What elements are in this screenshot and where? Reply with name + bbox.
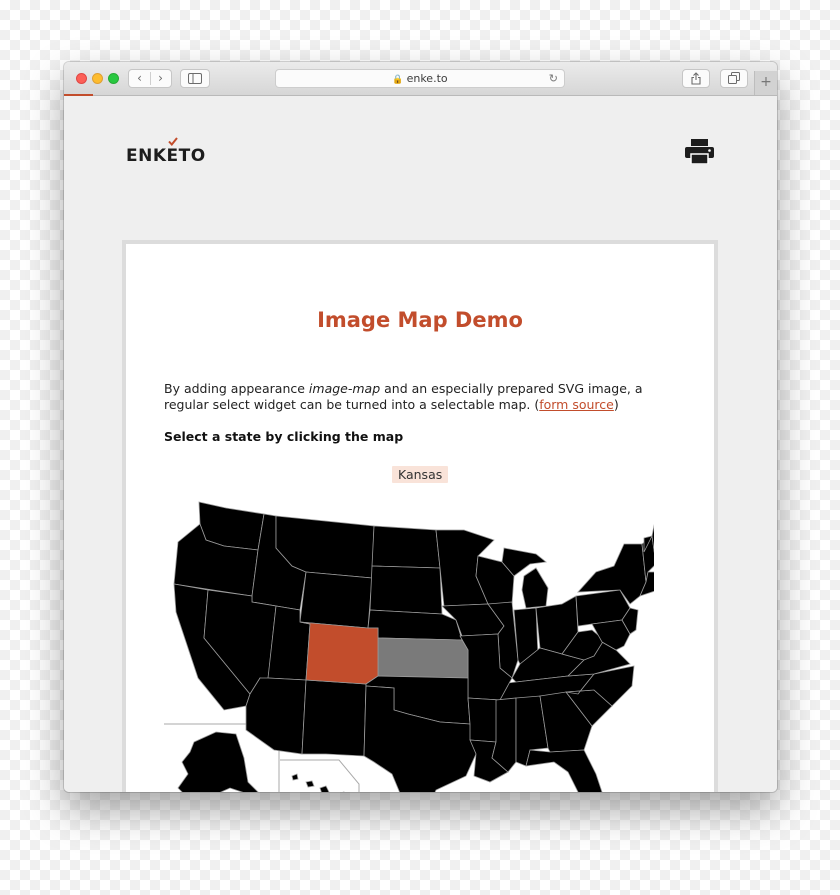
share-button[interactable] — [682, 69, 710, 88]
address-bar[interactable]: 🔒 enke.to ↻ — [275, 69, 565, 88]
state-north-dakota[interactable] — [371, 525, 441, 569]
state-colorado[interactable] — [299, 621, 379, 685]
state-wyoming[interactable] — [299, 571, 373, 629]
intro-emphasis: image-map — [308, 381, 381, 396]
print-icon[interactable] — [685, 139, 714, 164]
intro-text-end: ) — [613, 397, 619, 412]
state-arizona[interactable] — [245, 677, 307, 755]
state-florida[interactable] — [525, 749, 604, 792]
close-window-button[interactable] — [76, 73, 87, 84]
browser-titlebar: ‹ › 🔒 enke.to ↻ + — [64, 62, 777, 96]
forward-button[interactable]: › — [150, 70, 171, 87]
state-new-mexico[interactable] — [301, 679, 367, 757]
us-state-map[interactable] — [164, 492, 654, 792]
state-alaska[interactable] — [176, 731, 274, 792]
zoom-window-button[interactable] — [108, 73, 119, 84]
lock-icon: 🔒 — [392, 75, 404, 85]
sidebar-icon — [188, 73, 202, 84]
form-container: Image Map Demo By adding appearance imag… — [122, 240, 718, 792]
tabs-icon — [728, 72, 740, 84]
form-title: Image Map Demo — [317, 308, 523, 332]
new-tab-button[interactable]: + — [754, 71, 777, 95]
nav-divider — [150, 72, 151, 85]
logo-check-icon — [168, 137, 178, 146]
url-text: enke.to — [406, 72, 448, 85]
reload-icon[interactable]: ↻ — [549, 70, 558, 87]
sidebar-toggle-button[interactable] — [180, 69, 210, 88]
minimize-window-button[interactable] — [92, 73, 103, 84]
nav-button-group: ‹ › — [128, 69, 172, 88]
share-icon — [691, 72, 701, 85]
intro-text-start: By adding appearance — [164, 381, 309, 396]
form-source-link[interactable]: form source — [539, 397, 614, 412]
state-arkansas[interactable] — [467, 697, 501, 743]
enketo-logo: ENKETO — [126, 146, 206, 166]
state-mississippi[interactable] — [491, 697, 517, 773]
browser-window: ‹ › 🔒 enke.to ↻ + ENKETO Image Map Demo … — [64, 62, 777, 792]
back-button[interactable]: ‹ — [129, 70, 150, 87]
state-hawaii[interactable] — [291, 773, 350, 792]
page-viewport: ENKETO Image Map Demo By adding appearan… — [64, 96, 777, 792]
state-kansas[interactable] — [377, 637, 469, 679]
state-south-dakota[interactable] — [369, 565, 443, 615]
form-intro: By adding appearance image-map and an es… — [164, 381, 684, 413]
show-tabs-button[interactable] — [720, 69, 748, 88]
question-label: Select a state by clicking the map — [164, 429, 404, 444]
selected-state-badge: Kansas — [392, 466, 449, 483]
state-nebraska[interactable] — [367, 609, 463, 641]
